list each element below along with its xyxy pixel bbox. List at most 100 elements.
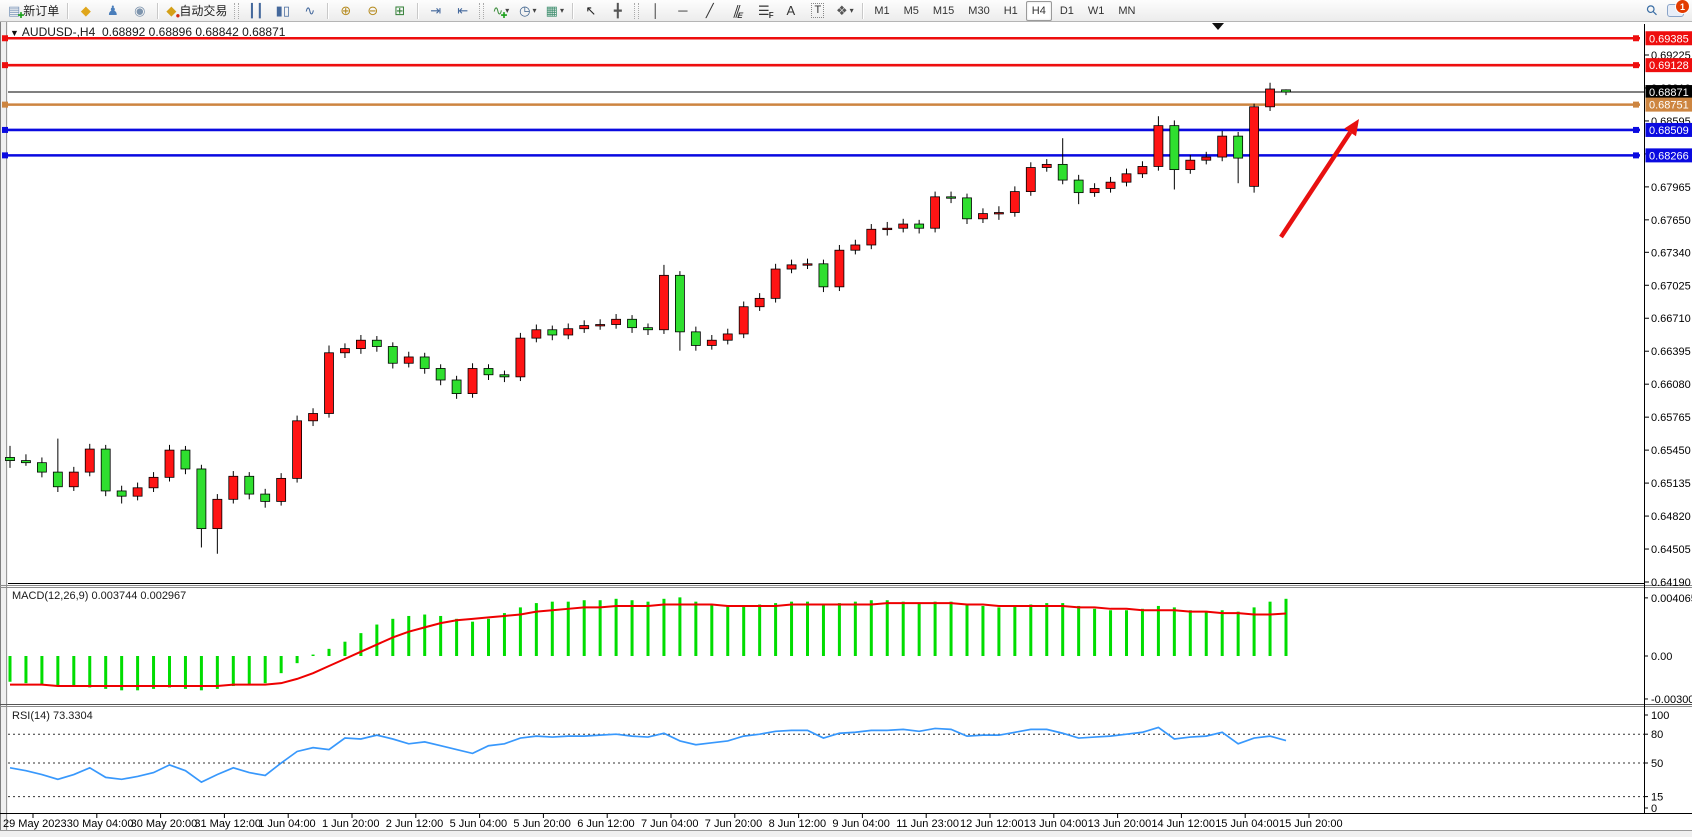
candle-body-57 — [915, 224, 924, 228]
toolbar-separator — [479, 3, 484, 19]
macd-bar-17 — [280, 656, 283, 673]
macd-bar-11 — [184, 656, 187, 689]
candle-body-39 — [628, 319, 637, 327]
hline-right-handle-2[interactable] — [1633, 102, 1639, 108]
autotrading-button[interactable]: ◆●自动交易 — [163, 0, 230, 21]
price-label-text-0.68509: 0.68509 — [1649, 125, 1689, 137]
timeframe-mn-button[interactable]: MN — [1112, 1, 1141, 21]
cursor-icon: ↖ — [585, 4, 596, 17]
hline-right-handle-1[interactable] — [1633, 62, 1639, 68]
chart-ohlc-values: 0.68892 0.68896 0.68842 0.68871 — [102, 25, 286, 39]
candle-body-49 — [787, 265, 796, 269]
zoom-out-button[interactable]: ⊖ — [360, 0, 385, 21]
terminal-button[interactable]: ◉ — [127, 0, 152, 21]
macd-bar-60 — [966, 605, 969, 656]
chat-icon[interactable]: 1 — [1667, 4, 1684, 17]
candle-body-5 — [85, 449, 94, 472]
toolbar-separator — [572, 3, 573, 19]
chart-bars-button[interactable]: ┃┃ — [243, 0, 268, 21]
candle-body-40 — [644, 328, 653, 330]
navigator-button[interactable]: ♟ — [100, 0, 125, 21]
chart-candles-button[interactable]: ▮▯ — [270, 0, 295, 21]
candle-body-16 — [261, 494, 270, 501]
macd-bar-45 — [726, 606, 729, 656]
hline-left-handle-4[interactable] — [2, 152, 8, 158]
timeframe-m30-button[interactable]: M30 — [962, 1, 995, 21]
time-axis-label: 29 May 2023 — [3, 818, 67, 830]
hline-left-handle-0[interactable] — [2, 35, 8, 41]
overlay-glyph: F — [769, 12, 774, 20]
dropdown-caret-icon[interactable]: ▾ — [560, 6, 564, 15]
macd-bar-79 — [1269, 602, 1272, 656]
timeframe-m5-button[interactable]: M5 — [898, 1, 925, 21]
chart-line-button[interactable]: ∿ — [297, 0, 322, 21]
timeframe-d1-button[interactable]: D1 — [1054, 1, 1080, 21]
fibonacci-tool-button[interactable]: ☰F — [751, 0, 776, 21]
hline-right-handle-4[interactable] — [1633, 152, 1639, 158]
arrows-tool-button[interactable]: ❖▾ — [832, 0, 857, 21]
macd-bar-30 — [487, 619, 490, 656]
time-axis-label: 7 Jun 04:00 — [641, 818, 699, 830]
chart-line-icon: ∿ — [304, 4, 315, 17]
candle-body-13 — [213, 499, 222, 528]
macd-bar-59 — [950, 602, 953, 656]
templates-button[interactable]: ▦▾ — [542, 0, 567, 21]
dropdown-caret-icon[interactable]: ▾ — [532, 6, 536, 15]
channel-tool-button[interactable]: ∥E — [724, 0, 749, 21]
autotrading-icon: ◆● — [166, 4, 176, 17]
search-icon[interactable]: ⚲ — [1642, 1, 1661, 20]
hline-right-handle-3[interactable] — [1633, 127, 1639, 133]
macd-bar-69 — [1109, 610, 1112, 656]
trendline-tool-button[interactable]: ╱ — [697, 0, 722, 21]
timeframe-h4-button[interactable]: H4 — [1026, 1, 1052, 21]
candle-body-61 — [978, 214, 987, 219]
rsi-tick-label: 80 — [1651, 729, 1663, 741]
candle-body-43 — [691, 332, 700, 346]
vline-tool-button[interactable]: │ — [643, 0, 668, 21]
macd-bar-40 — [647, 602, 650, 656]
hline-right-handle-0[interactable] — [1633, 35, 1639, 41]
candle-body-4 — [69, 472, 78, 487]
toolbar-separator — [67, 3, 68, 19]
macd-bar-42 — [678, 597, 681, 656]
price-tick-label: 0.64820 — [1651, 511, 1691, 523]
macd-bar-41 — [662, 599, 665, 656]
dropdown-caret-icon[interactable]: ▾ — [850, 6, 854, 15]
macd-bar-9 — [152, 656, 155, 689]
candle-body-45 — [723, 334, 732, 340]
periods-button[interactable]: ◷▾ — [515, 0, 540, 21]
hline-left-handle-2[interactable] — [2, 102, 8, 108]
candle-body-0 — [6, 457, 15, 460]
macd-bar-43 — [694, 602, 697, 656]
macd-tick-label: 0.004065 — [1651, 593, 1692, 605]
candle-body-20 — [325, 353, 334, 414]
timeframe-m15-button[interactable]: M15 — [927, 1, 960, 21]
cursor-button[interactable]: ↖ — [578, 0, 603, 21]
rsi-tick-label: 15 — [1651, 792, 1663, 804]
macd-bar-28 — [455, 619, 458, 656]
crosshair-button[interactable]: ╋ — [605, 0, 630, 21]
timeframe-h1-button[interactable]: H1 — [998, 1, 1024, 21]
tile-windows-button[interactable]: ⊞ — [387, 0, 412, 21]
zoom-out-icon: ⊖ — [367, 4, 378, 17]
text-tool-button[interactable]: A — [778, 0, 803, 21]
label-tool-button[interactable]: T — [805, 0, 830, 21]
hline-tool-button[interactable]: ─ — [670, 0, 695, 21]
timeframe-m1-button[interactable]: M1 — [868, 1, 895, 21]
macd-bar-29 — [471, 622, 474, 656]
market-watch-button[interactable]: ◆ — [73, 0, 98, 21]
candle-body-48 — [771, 269, 780, 298]
time-axis-label: 9 Jun 04:00 — [832, 818, 890, 830]
auto-scroll-button[interactable]: ⇥ — [423, 0, 448, 21]
chart-shift-button[interactable]: ⇤ — [450, 0, 475, 21]
hline-left-handle-1[interactable] — [2, 62, 8, 68]
zoom-in-button[interactable]: ⊕ — [333, 0, 358, 21]
timeframe-w1-button[interactable]: W1 — [1082, 1, 1111, 21]
hline-left-handle-3[interactable] — [2, 127, 8, 133]
price-label-text-0.68266: 0.68266 — [1649, 150, 1689, 162]
chart-symbol-label: AUDUSD-,H4 — [22, 25, 95, 39]
overlay-glyph: ● — [175, 12, 180, 20]
symbol-dropdown-icon[interactable]: ▼ — [10, 28, 19, 38]
new-order-button[interactable]: ▤✚新订单 — [5, 0, 62, 21]
indicators-button[interactable]: ∿✚▾ — [488, 0, 513, 21]
